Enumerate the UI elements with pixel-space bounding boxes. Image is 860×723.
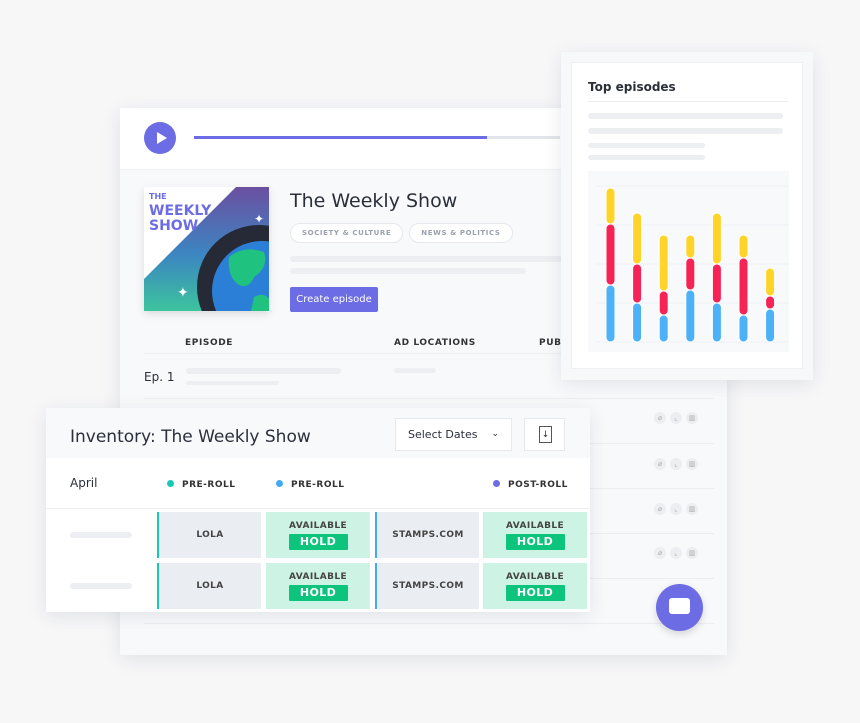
attach-icon[interactable]: ⌀ bbox=[654, 503, 666, 515]
col-header-episode: EPISODE bbox=[185, 338, 234, 348]
bar-segment bbox=[738, 314, 749, 343]
month-label: April bbox=[70, 476, 98, 490]
select-dates-dropdown[interactable]: Select Dates ⌄ bbox=[395, 418, 512, 451]
bar-segment bbox=[765, 267, 776, 297]
bar-segment bbox=[632, 302, 643, 343]
legend-pre-roll: PRE-ROLL bbox=[276, 480, 344, 490]
play-button[interactable] bbox=[144, 122, 176, 154]
select-dates-label: Select Dates bbox=[408, 428, 478, 441]
trash-icon[interactable]: ▥ bbox=[686, 503, 698, 515]
svg-text:WEEKLY: WEEKLY bbox=[149, 203, 212, 219]
hold-button[interactable]: HOLD bbox=[288, 584, 348, 601]
dot-icon bbox=[167, 480, 174, 487]
svg-text:✦: ✦ bbox=[177, 285, 189, 301]
bar-segment bbox=[658, 314, 669, 343]
bar-segment bbox=[632, 212, 643, 265]
slot-available[interactable]: AVAILABLE HOLD bbox=[483, 512, 587, 558]
chart-icon[interactable]: ⌞ bbox=[670, 458, 682, 470]
bar-segment bbox=[738, 234, 749, 259]
progress-fill bbox=[194, 136, 487, 139]
row-label-placeholder bbox=[70, 532, 132, 538]
slot-booked[interactable]: STAMPS.COM bbox=[375, 563, 479, 609]
play-icon bbox=[157, 132, 167, 144]
category-tags: SOCIETY & CULTURE NEWS & POLITICS bbox=[290, 220, 519, 243]
slot-booked[interactable]: STAMPS.COM bbox=[375, 512, 479, 558]
attach-icon[interactable]: ⌀ bbox=[654, 412, 666, 424]
col-header-pub: PUB bbox=[539, 338, 562, 348]
row-label-placeholder bbox=[70, 583, 132, 589]
attach-icon[interactable]: ⌀ bbox=[654, 458, 666, 470]
top-episodes-chart bbox=[588, 171, 789, 352]
inventory-title: Inventory: The Weekly Show bbox=[70, 427, 311, 447]
bar-segment bbox=[765, 295, 776, 310]
bar-segment bbox=[605, 223, 616, 286]
row-actions: ⌀ ⌞ ▥ bbox=[654, 458, 698, 470]
chevron-down-icon: ⌄ bbox=[491, 429, 499, 439]
top-episodes-title: Top episodes bbox=[588, 80, 676, 94]
download-file-icon: ↓ bbox=[539, 426, 552, 443]
bar-segment bbox=[685, 234, 696, 259]
hold-button[interactable]: HOLD bbox=[505, 584, 565, 601]
bar-segment bbox=[711, 263, 722, 304]
show-artwork: THE WEEKLY SHOW ✦ ✦ bbox=[144, 187, 269, 311]
bar-segment bbox=[658, 290, 669, 316]
download-button[interactable]: ↓ bbox=[524, 418, 565, 451]
hold-button[interactable]: HOLD bbox=[288, 533, 348, 550]
trash-icon[interactable]: ▥ bbox=[686, 458, 698, 470]
category-tag[interactable]: NEWS & POLITICS bbox=[409, 223, 513, 243]
chart-icon[interactable]: ⌞ bbox=[670, 547, 682, 559]
slot-available[interactable]: AVAILABLE HOLD bbox=[266, 563, 370, 609]
slot-available[interactable]: AVAILABLE HOLD bbox=[483, 563, 587, 609]
chat-button[interactable] bbox=[656, 584, 703, 631]
bar-segment bbox=[685, 257, 696, 291]
bar-segment bbox=[658, 234, 669, 292]
row-actions: ⌀ ⌞ ▥ bbox=[654, 503, 698, 515]
bar-segment bbox=[632, 263, 643, 304]
slot-available[interactable]: AVAILABLE HOLD bbox=[266, 512, 370, 558]
chart-icon[interactable]: ⌞ bbox=[670, 503, 682, 515]
bar-segment bbox=[711, 302, 722, 343]
svg-text:✦: ✦ bbox=[254, 212, 264, 226]
dot-icon bbox=[493, 480, 500, 487]
dot-icon bbox=[276, 480, 283, 487]
chart-icon[interactable]: ⌞ bbox=[670, 412, 682, 424]
bar-segment bbox=[711, 212, 722, 265]
col-header-ad-locations: AD LOCATIONS bbox=[394, 338, 476, 348]
episode-label: Ep. 1 bbox=[144, 370, 175, 384]
bar-segment bbox=[685, 289, 696, 343]
bar-segment bbox=[605, 187, 616, 225]
trash-icon[interactable]: ▥ bbox=[686, 547, 698, 559]
show-title: The Weekly Show bbox=[290, 190, 458, 212]
chat-icon bbox=[669, 598, 690, 614]
row-actions: ⌀ ⌞ ▥ bbox=[654, 412, 698, 424]
progress-track[interactable] bbox=[194, 136, 560, 139]
hold-button[interactable]: HOLD bbox=[505, 533, 565, 550]
bar-segment bbox=[738, 257, 749, 316]
bar-segment bbox=[605, 284, 616, 343]
slot-booked[interactable]: LOLA bbox=[157, 563, 261, 609]
top-episodes-card: Top episodes bbox=[561, 52, 813, 380]
bar-segment bbox=[765, 308, 776, 343]
trash-icon[interactable]: ▥ bbox=[686, 412, 698, 424]
slot-booked[interactable]: LOLA bbox=[157, 512, 261, 558]
row-actions: ⌀ ⌞ ▥ bbox=[654, 547, 698, 559]
svg-text:SHOW: SHOW bbox=[149, 218, 198, 234]
category-tag[interactable]: SOCIETY & CULTURE bbox=[290, 223, 404, 243]
legend-pre-roll: PRE-ROLL bbox=[167, 480, 235, 490]
artwork-text: THE bbox=[149, 192, 167, 201]
create-episode-button[interactable]: Create episode bbox=[290, 287, 378, 312]
legend-post-roll: POST-ROLL bbox=[493, 480, 568, 490]
attach-icon[interactable]: ⌀ bbox=[654, 547, 666, 559]
